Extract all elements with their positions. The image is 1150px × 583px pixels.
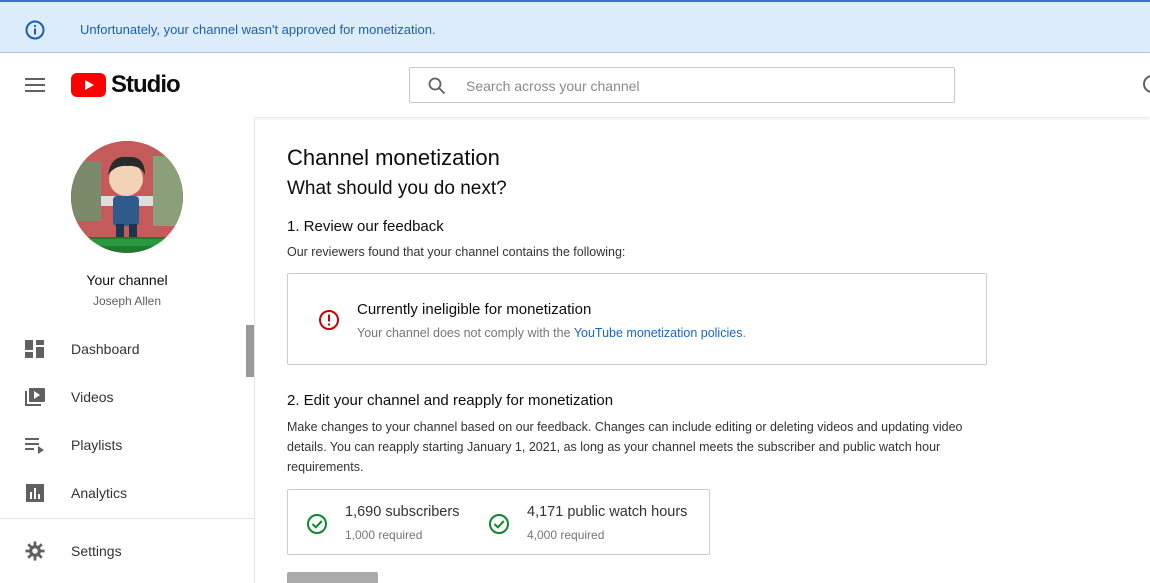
sidebar-divider: [0, 518, 254, 519]
top-header: Studio: [0, 53, 1150, 117]
monetization-policies-link[interactable]: YouTube monetization policies: [574, 326, 743, 340]
feedback-title: Currently ineligible for monetization: [357, 301, 592, 318]
check-circle-icon: [307, 514, 327, 534]
section-review-feedback-description: Our reviewers found that your channel co…: [287, 245, 626, 259]
search-icon[interactable]: [428, 77, 446, 95]
requirement-subscribers: 1,690 subscribers 1,000 required: [288, 490, 470, 554]
your-channel-label: Your channel: [86, 272, 168, 288]
check-circle-icon: [489, 514, 509, 534]
feedback-text: Your channel does not comply with the: [357, 326, 574, 340]
sidebar-item-dashboard[interactable]: Dashboard: [0, 325, 245, 373]
sidebar-item-videos[interactable]: Videos: [0, 373, 245, 421]
sidebar-item-label: Dashboard: [71, 341, 140, 357]
sidebar-item-playlists[interactable]: Playlists: [0, 421, 245, 469]
sidebar-scrollbar[interactable]: [246, 325, 254, 377]
feedback-text-end: .: [742, 326, 746, 340]
channel-name: Joseph Allen: [92, 294, 162, 308]
monetization-banner: Unfortunately, your channel wasn't appro…: [0, 0, 1150, 53]
requirement-value: 1,690 subscribers: [345, 504, 460, 520]
section-reapply-description: Make changes to your channel based on ou…: [287, 420, 963, 474]
feedback-description: Your channel does not comply with the Yo…: [357, 326, 746, 340]
page-subtitle: What should you do next?: [287, 178, 507, 199]
requirement-value: 4,171 public watch hours: [527, 504, 688, 520]
requirement-threshold: 4,000 required: [527, 528, 605, 542]
sidebar-item-analytics[interactable]: Analytics: [0, 469, 245, 517]
avatar-image: [71, 141, 183, 253]
sidebar-item-label: Settings: [71, 543, 122, 559]
help-icon[interactable]: [1143, 75, 1150, 93]
gear-icon: [25, 541, 45, 561]
section-reapply-heading: 2. Edit your channel and reapply for mon…: [287, 392, 614, 409]
sidebar-item-label: Playlists: [71, 437, 123, 453]
studio-logo-text: Studio: [111, 71, 181, 98]
requirement-threshold: 1,000 required: [345, 528, 423, 542]
hamburger-menu-icon[interactable]: [24, 75, 46, 95]
section-review-feedback-heading: 1. Review our feedback: [287, 218, 444, 235]
sidebar-item-label: Analytics: [71, 485, 128, 501]
studio-logo[interactable]: Studio: [71, 71, 181, 98]
banner-message: Unfortunately, your channel wasn't appro…: [80, 22, 436, 37]
sidebar-item-settings[interactable]: Settings: [0, 527, 245, 575]
requirement-watch-hours: 4,171 public watch hours 4,000 required: [470, 490, 710, 554]
analytics-icon: [26, 484, 44, 502]
requirements-box: 1,690 subscribers 1,000 required 4,171 p…: [287, 489, 710, 555]
youtube-logo-icon: [71, 73, 106, 97]
info-icon: [25, 20, 45, 40]
page-title: Channel monetization: [287, 145, 500, 170]
search-input[interactable]: [466, 74, 936, 98]
playlists-icon: [25, 438, 44, 454]
search-bar[interactable]: [409, 67, 955, 103]
error-icon: [319, 310, 339, 330]
dashboard-icon: [25, 340, 44, 358]
feedback-card: Currently ineligible for monetization Yo…: [287, 273, 987, 365]
reapply-button[interactable]: [287, 572, 378, 583]
sidebar-item-label: Videos: [71, 389, 114, 405]
avatar[interactable]: [71, 141, 183, 253]
sidebar: Your channel Joseph Allen Dashboard Vide…: [0, 117, 255, 583]
videos-icon: [25, 388, 45, 406]
